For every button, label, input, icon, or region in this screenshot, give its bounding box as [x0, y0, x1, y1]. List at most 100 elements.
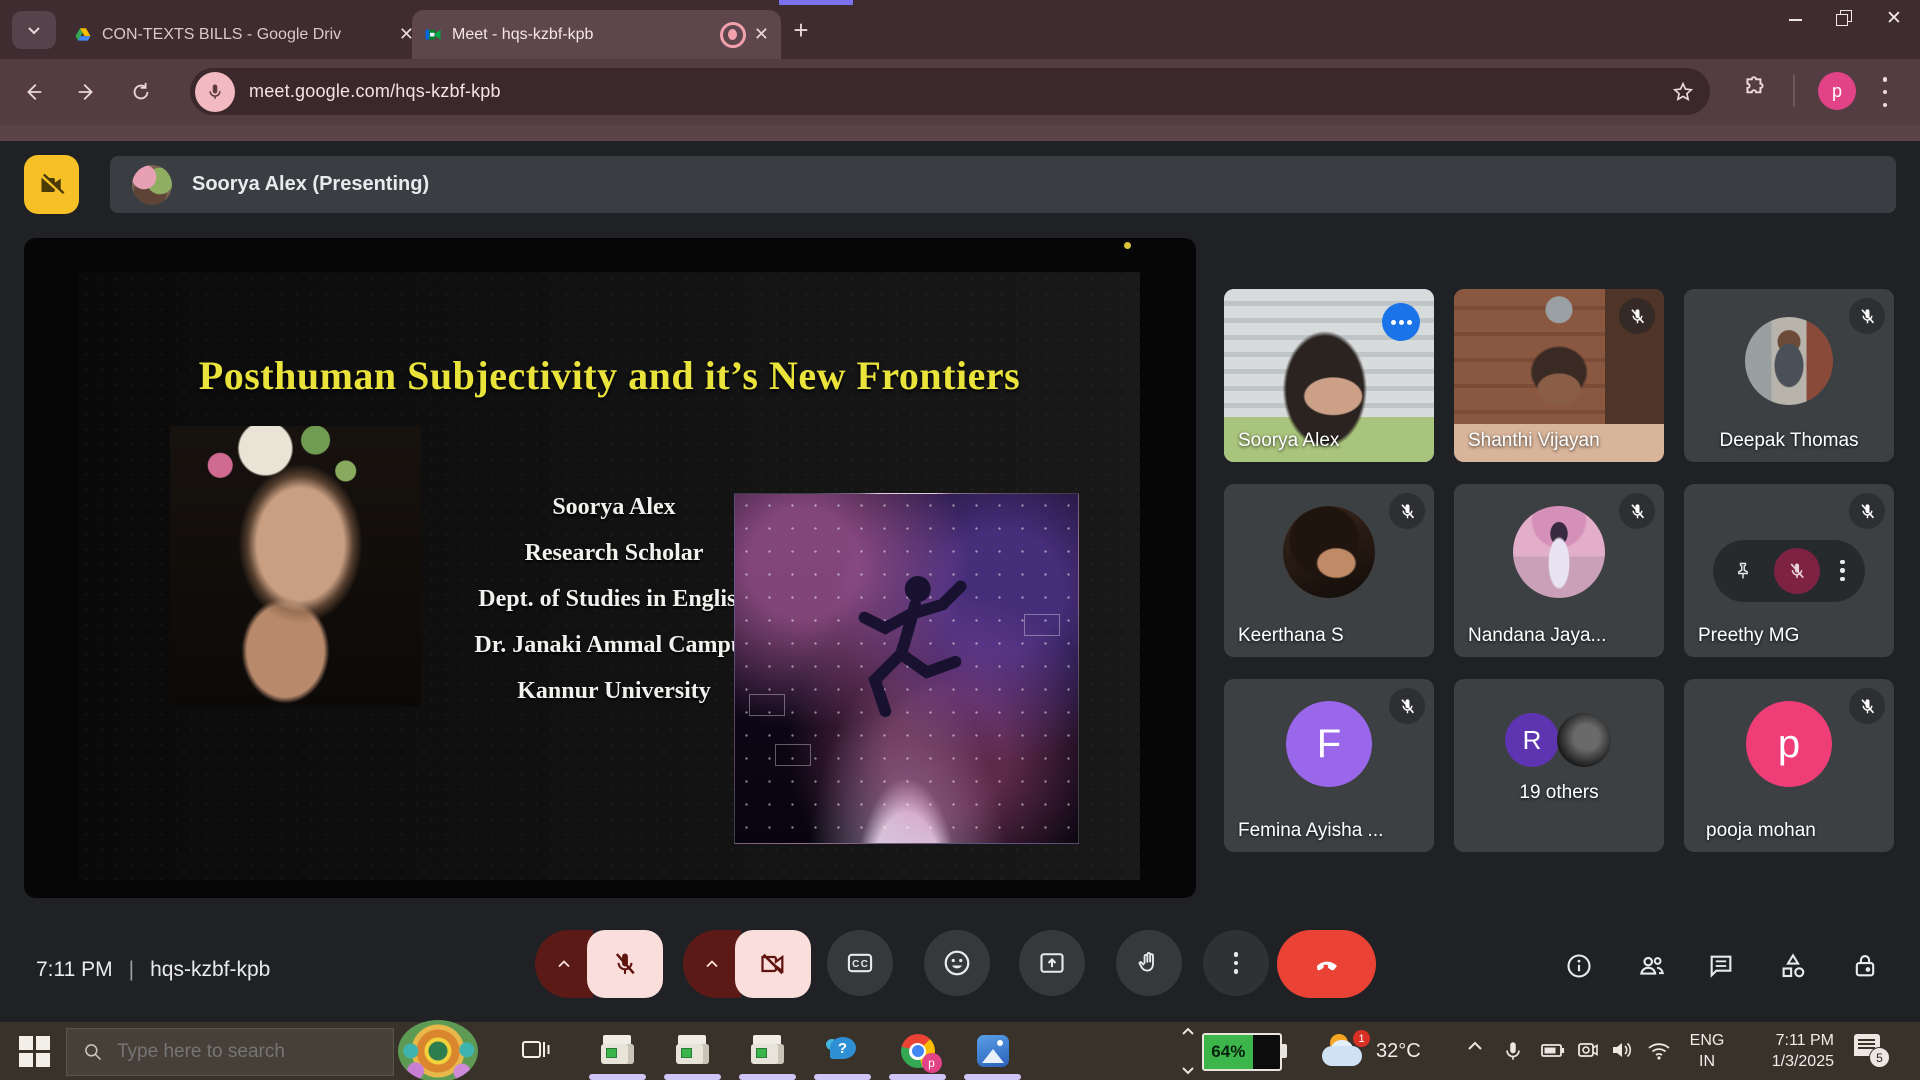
taskbar-app-chrome[interactable]: p: [880, 1022, 955, 1080]
tab-search-button[interactable]: [12, 11, 56, 49]
url-text[interactable]: meet.google.com/hqs-kzbf-kpb: [249, 81, 1672, 102]
people-button[interactable]: 28: [1632, 946, 1672, 986]
reload-icon[interactable]: [122, 73, 160, 111]
taskbar-app-printer-2[interactable]: [655, 1022, 730, 1080]
slide-yellow-dot: [1124, 242, 1131, 249]
tray-clock[interactable]: 7:11 PM 1/3/2025: [1742, 1030, 1834, 1072]
language-region: IN: [1682, 1051, 1732, 1072]
chat-button[interactable]: [1701, 946, 1741, 986]
battery-percent-widget[interactable]: 64%: [1202, 1033, 1282, 1071]
participant-tile[interactable]: Nandana Jaya...: [1454, 484, 1664, 657]
weather-alert-badge: 1: [1353, 1030, 1370, 1047]
presentation-tile[interactable]: Posthuman Subjectivity and it’s New Fron…: [24, 238, 1196, 898]
tray-volume-icon[interactable]: [1610, 1039, 1634, 1061]
mic-options-chevron-button[interactable]: [535, 930, 593, 998]
participant-name: Shanthi Vijayan: [1468, 430, 1600, 452]
group-letter-avatar: R: [1505, 713, 1559, 767]
taskbar-app-help[interactable]: ?: [805, 1022, 880, 1080]
end-call-button[interactable]: [1277, 930, 1376, 998]
browser-menu-icon[interactable]: [1882, 77, 1888, 107]
close-button-icon[interactable]: ✕: [1886, 10, 1902, 26]
tile-kebab-icon[interactable]: [1840, 560, 1845, 582]
participant-muted-button[interactable]: [1774, 548, 1820, 594]
tile-hover-controls: [1713, 540, 1865, 602]
tile-more-options-button[interactable]: [1382, 303, 1420, 341]
tray-show-hidden-icons[interactable]: [1466, 1039, 1484, 1053]
meeting-details-button[interactable]: [1559, 946, 1599, 986]
taskbar-app-printer-3[interactable]: [730, 1022, 805, 1080]
taskbar-scroll-arrows[interactable]: [1176, 1026, 1200, 1076]
task-view-button[interactable]: [520, 1036, 554, 1066]
camera-options-chevron-button[interactable]: [683, 930, 741, 998]
tab-close-icon[interactable]: ✕: [754, 24, 769, 45]
activities-button[interactable]: [1773, 946, 1813, 986]
tab-meet[interactable]: Meet - hqs-kzbf-kpb ✕: [412, 10, 781, 59]
camera-control-group: [683, 930, 811, 998]
svg-text:C: C: [852, 959, 859, 970]
participant-tile[interactable]: F Femina Ayisha ...: [1224, 679, 1434, 852]
taskbar-search[interactable]: [66, 1028, 394, 1076]
profile-avatar[interactable]: p: [1818, 72, 1856, 110]
tray-battery-icon[interactable]: [1540, 1039, 1566, 1061]
start-button[interactable]: [16, 1035, 52, 1067]
mic-mute-button[interactable]: [587, 930, 663, 998]
bookmark-star-icon[interactable]: [1672, 81, 1694, 103]
mic-muted-icon: [1849, 493, 1885, 529]
tray-mic-icon[interactable]: [1502, 1039, 1524, 1063]
participant-tile[interactable]: p pooja mohan: [1684, 679, 1894, 852]
url-bar[interactable]: meet.google.com/hqs-kzbf-kpb: [190, 68, 1710, 115]
meet-page: Soorya Alex (Presenting) Posthuman Subje…: [0, 141, 1920, 1022]
participant-tile[interactable]: Preethy MG: [1684, 484, 1894, 657]
tray-camera-icon[interactable]: [1576, 1039, 1600, 1061]
printer-app-icon: [601, 1035, 635, 1067]
group-photo-avatar: [1557, 713, 1611, 767]
captions-button[interactable]: CC: [827, 930, 893, 996]
participant-name: pooja mohan: [1706, 820, 1816, 842]
participant-name: Deepak Thomas: [1684, 430, 1894, 452]
back-icon[interactable]: [14, 73, 52, 111]
mic-permission-icon[interactable]: [195, 72, 235, 112]
search-input[interactable]: [115, 1040, 359, 1064]
restore-button-icon[interactable]: [1836, 10, 1852, 26]
raise-hand-button[interactable]: [1116, 930, 1182, 996]
chevron-down-icon: [1181, 1066, 1195, 1076]
participant-tile-others[interactable]: R 19 others: [1454, 679, 1664, 852]
extensions-icon[interactable]: [1742, 75, 1768, 101]
taskbar-app-photos[interactable]: [955, 1022, 1030, 1080]
weather-icon: 1: [1322, 1034, 1366, 1068]
camera-off-chip-icon: [24, 155, 79, 214]
running-indicator: [589, 1074, 646, 1080]
participant-photo-avatar: [1745, 317, 1833, 405]
running-indicator: [664, 1074, 721, 1080]
tab-group-accent-strip: [779, 0, 853, 5]
taskbar-app-printer-1[interactable]: [580, 1022, 655, 1080]
tab-strip: CON-TEXTS BILLS - Google Driv ✕ Meet - h…: [0, 0, 1920, 59]
reactions-button[interactable]: [924, 930, 990, 996]
forward-icon[interactable]: [68, 73, 106, 111]
language-indicator[interactable]: ENG IN: [1682, 1030, 1732, 1072]
participant-tile[interactable]: Soorya Alex: [1224, 289, 1434, 462]
running-indicator: [964, 1074, 1021, 1080]
participant-tile[interactable]: Shanthi Vijayan: [1454, 289, 1664, 462]
participant-tile[interactable]: Keerthana S: [1224, 484, 1434, 657]
new-tab-button[interactable]: +: [785, 14, 817, 46]
participant-name: Keerthana S: [1238, 625, 1344, 647]
camera-mute-button[interactable]: [735, 930, 811, 998]
tray-wifi-icon[interactable]: [1646, 1039, 1672, 1061]
others-count-label: 19 others: [1454, 782, 1664, 804]
participant-name: Nandana Jaya...: [1468, 625, 1606, 647]
minimize-button-icon[interactable]: [1789, 10, 1802, 21]
weather-widget[interactable]: 1 32°C: [1322, 1028, 1442, 1074]
screen: CON-TEXTS BILLS - Google Driv ✕ Meet - h…: [0, 0, 1920, 1080]
more-options-button[interactable]: [1203, 930, 1269, 996]
search-highlight-ornament[interactable]: [398, 1020, 478, 1080]
pin-icon[interactable]: [1733, 561, 1753, 581]
chevron-up-icon: [1181, 1026, 1195, 1036]
tab-title: Meet - hqs-kzbf-kpb: [452, 26, 712, 44]
window-controls: ✕: [1789, 10, 1902, 26]
participant-tile[interactable]: Deepak Thomas: [1684, 289, 1894, 462]
action-center-button[interactable]: 5: [1854, 1034, 1888, 1066]
present-screen-button[interactable]: [1019, 930, 1085, 996]
tab-drive[interactable]: CON-TEXTS BILLS - Google Driv ✕: [62, 10, 426, 59]
host-controls-button[interactable]: [1845, 946, 1885, 986]
